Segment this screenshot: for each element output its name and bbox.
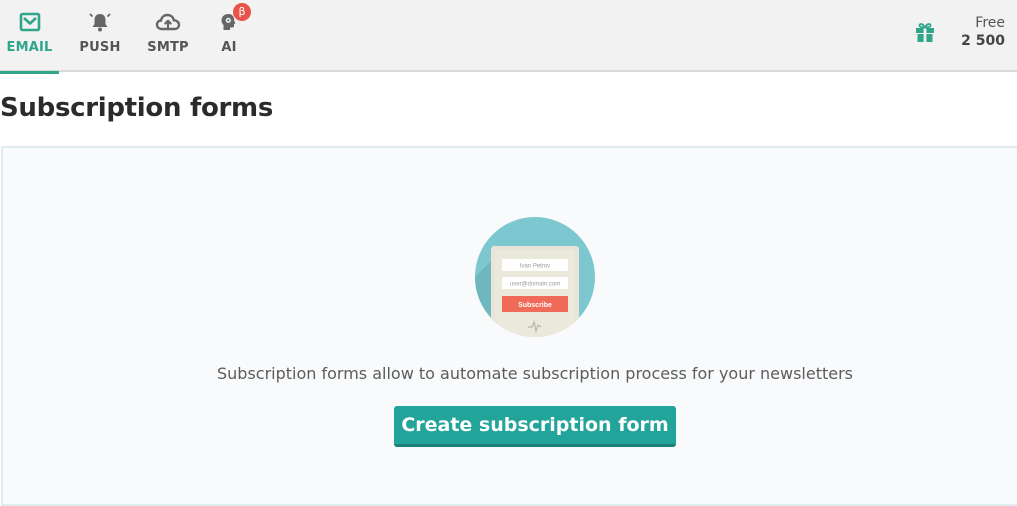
tab-ai-label: AI — [221, 40, 237, 55]
gift-icon[interactable] — [913, 20, 937, 44]
top-nav-bar: EMAIL PUSH SMTP β AI Free 2 500 — [0, 0, 1017, 74]
tab-email-label: EMAIL — [6, 40, 53, 55]
create-subscription-form-button[interactable]: Create subscription form — [394, 406, 676, 447]
plan-name: Free — [975, 15, 1005, 31]
tab-ai[interactable]: β AI — [206, 0, 252, 72]
empty-state-description: Subscription forms allow to automate sub… — [216, 364, 854, 383]
active-tab-indicator — [0, 71, 59, 74]
beta-badge: β — [233, 3, 251, 21]
plan-info[interactable]: Free 2 500 — [961, 14, 1005, 50]
tab-smtp[interactable]: SMTP — [140, 0, 196, 72]
plan-subscriber-count: 2 500 — [961, 33, 1005, 49]
cloud-upload-icon — [155, 10, 181, 34]
tab-email[interactable]: EMAIL — [0, 0, 59, 74]
subscription-form-illustration: Ivan Petrov user@domain.com Subscribe — [475, 217, 595, 337]
illustration-subscribe-button: Subscribe — [518, 302, 552, 309]
bell-icon — [89, 10, 111, 34]
tab-smtp-label: SMTP — [147, 40, 189, 55]
tab-push-label: PUSH — [79, 40, 121, 55]
head-gear-icon: β — [218, 3, 251, 34]
envelope-icon — [19, 10, 41, 34]
tab-push[interactable]: PUSH — [72, 0, 128, 72]
illustration-name-field: Ivan Petrov — [520, 264, 550, 270]
page-title: Subscription forms — [0, 93, 274, 123]
illustration-email-field: user@domain.com — [510, 282, 560, 288]
